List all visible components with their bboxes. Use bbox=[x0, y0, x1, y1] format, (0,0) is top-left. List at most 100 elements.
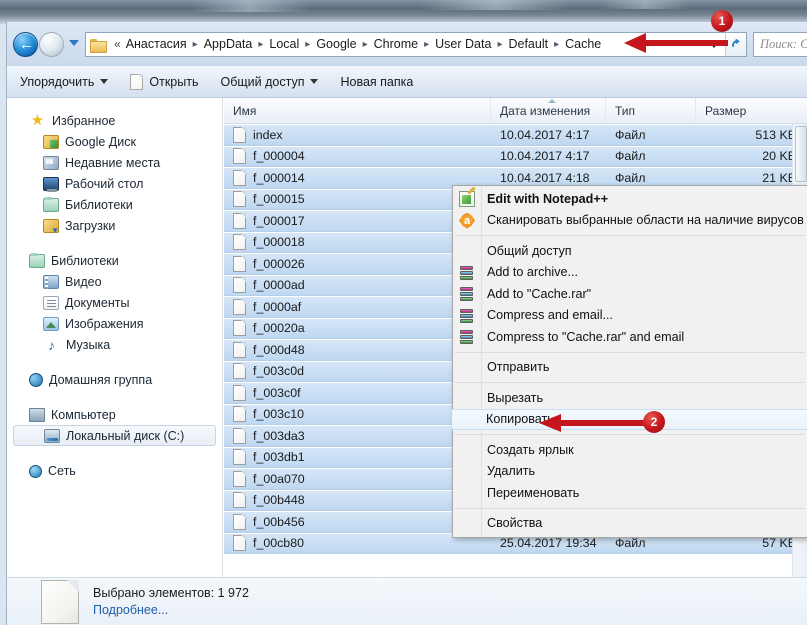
winrar-icon bbox=[459, 265, 475, 281]
sidebar-item-[interactable]: ♪ Музыка bbox=[7, 334, 222, 355]
context-menu-item[interactable]: Вырезать bbox=[453, 387, 807, 409]
breadcrumb-item[interactable]: Анастасия bbox=[124, 33, 189, 56]
breadcrumb-separator-icon[interactable]: ▸ bbox=[301, 33, 314, 56]
disk-icon bbox=[44, 429, 60, 443]
file-icon bbox=[233, 535, 246, 552]
back-button[interactable]: ← bbox=[13, 32, 38, 57]
file-icon bbox=[233, 427, 246, 444]
sidebar-item-[interactable]: Загрузки bbox=[7, 215, 222, 236]
column-header-label: Дата изменения bbox=[500, 103, 591, 118]
file-icon bbox=[233, 384, 246, 401]
sidebar-group-spacer bbox=[7, 236, 222, 250]
back-arrow-icon: ← bbox=[19, 36, 34, 53]
sidebar-item-label: Недавние места bbox=[65, 155, 161, 170]
context-menu-item[interactable]: Add to "Cache.rar" bbox=[453, 283, 807, 305]
sidebar-item-label: Избранное bbox=[52, 113, 116, 128]
toolbar-button[interactable]: Общий доступ bbox=[211, 70, 327, 94]
refresh-button[interactable] bbox=[725, 32, 747, 57]
breadcrumb-item[interactable]: Local bbox=[267, 33, 301, 56]
file-name-label: index bbox=[253, 127, 283, 142]
column-header[interactable]: Имя bbox=[224, 98, 491, 123]
file-name-cell: f_00020a bbox=[224, 320, 491, 337]
search-input[interactable]: Поиск: C bbox=[753, 32, 807, 57]
breadcrumb-overflow-chevron[interactable]: « bbox=[111, 33, 124, 56]
breadcrumb-item[interactable]: AppData bbox=[202, 33, 255, 56]
breadcrumb-separator-icon[interactable]: ▸ bbox=[254, 33, 267, 56]
context-menu-item[interactable]: Общий доступ bbox=[453, 240, 807, 262]
column-header[interactable]: Размер bbox=[696, 98, 806, 123]
video-icon bbox=[43, 275, 59, 289]
sidebar-item-[interactable]: Видео bbox=[7, 271, 222, 292]
breadcrumb-separator-icon[interactable]: ▸ bbox=[189, 33, 202, 56]
table-row[interactable]: index 10.04.2017 4:17 Файл 513 KE bbox=[224, 124, 807, 146]
context-menu-item-label: Edit with Notepad++ bbox=[487, 191, 609, 206]
forward-button[interactable] bbox=[39, 32, 64, 57]
chevron-down-icon bbox=[100, 79, 109, 84]
file-name-label: f_000026 bbox=[253, 256, 305, 271]
table-row[interactable]: f_000004 10.04.2017 4:17 Файл 20 KE bbox=[224, 145, 807, 167]
sidebar-item-[interactable]: Библиотеки bbox=[7, 250, 222, 271]
sidebar-item-label: Google Диск bbox=[65, 134, 136, 149]
homegroup-icon bbox=[29, 373, 43, 387]
context-menu-item[interactable]: Compress to "Cache.rar" and email bbox=[453, 326, 807, 348]
address-bar[interactable]: « Анастасия ▸ AppData ▸ Local ▸ Google ▸ Chrome ▸… bbox=[85, 32, 725, 57]
context-menu-item[interactable]: Сканировать выбранные области на наличие… bbox=[453, 210, 807, 232]
breadcrumb-separator-icon[interactable]: ▸ bbox=[420, 33, 433, 56]
sidebar-item-[interactable]: Библиотеки bbox=[7, 194, 222, 215]
context-menu-item[interactable]: Edit with Notepad++ bbox=[453, 188, 807, 210]
folder-icon bbox=[90, 38, 107, 53]
context-menu-item[interactable]: Копировать bbox=[452, 408, 807, 430]
context-menu-item[interactable]: Свойства bbox=[453, 513, 807, 535]
toolbar-button[interactable]: Новая папка bbox=[331, 70, 422, 94]
sidebar-item-[interactable]: Изображения bbox=[7, 313, 222, 334]
context-menu[interactable]: Edit with Notepad++ Сканировать выбранные… bbox=[452, 185, 807, 538]
menu-separator bbox=[455, 507, 805, 509]
sidebar-item-[interactable]: Рабочий стол bbox=[7, 173, 222, 194]
context-menu-item[interactable]: Compress and email... bbox=[453, 305, 807, 327]
sidebar-item-[interactable]: Недавние места bbox=[7, 152, 222, 173]
breadcrumb-separator-icon[interactable]: ▸ bbox=[493, 33, 506, 56]
documents-icon bbox=[43, 296, 59, 310]
column-header[interactable]: Тип bbox=[606, 98, 696, 123]
sidebar-item-[interactable]: ★ Избранное bbox=[7, 110, 222, 131]
file-name-cell: f_003c10 bbox=[224, 406, 491, 423]
pictures-icon bbox=[43, 317, 59, 331]
libraries-icon bbox=[43, 197, 59, 212]
context-menu-item[interactable]: Создать ярлык bbox=[453, 439, 807, 461]
address-history-dropdown-icon[interactable] bbox=[709, 42, 719, 48]
toolbar-button[interactable]: Упорядочить bbox=[11, 70, 117, 94]
sidebar-group-spacer bbox=[7, 446, 222, 460]
breadcrumb-item[interactable]: Default bbox=[506, 33, 550, 56]
status-bar: Выбрано элементов: 1 972 Подробнее... bbox=[7, 577, 807, 625]
file-name-cell: f_00b448 bbox=[224, 492, 491, 509]
breadcrumb-item[interactable]: User Data bbox=[433, 33, 493, 56]
sidebar-item-[interactable]: Документы bbox=[7, 292, 222, 313]
file-name-cell: f_003db1 bbox=[224, 449, 491, 466]
sidebar-item-label: Библиотеки bbox=[51, 253, 119, 268]
toolbar-button[interactable]: Открыть bbox=[121, 70, 207, 94]
scrollbar-thumb[interactable] bbox=[795, 126, 807, 182]
context-menu-item[interactable]: Add to archive... bbox=[453, 262, 807, 284]
breadcrumb-item[interactable]: Google bbox=[314, 33, 358, 56]
file-icon bbox=[233, 255, 246, 272]
column-header[interactable]: Дата изменения bbox=[491, 98, 606, 123]
sidebar-item-c[interactable]: Локальный диск (C:) bbox=[13, 425, 216, 446]
context-menu-item-label: Переименовать bbox=[487, 485, 580, 500]
context-menu-item[interactable]: Переименовать bbox=[453, 482, 807, 504]
context-menu-item[interactable]: Удалить bbox=[453, 461, 807, 483]
recent-pages-dropdown-icon[interactable] bbox=[69, 40, 79, 46]
file-name-label: f_000018 bbox=[253, 235, 305, 250]
google-drive-icon bbox=[43, 135, 59, 149]
breadcrumb-item[interactable]: Cache bbox=[563, 33, 603, 56]
file-date-cell: 10.04.2017 4:17 bbox=[500, 149, 590, 164]
details-link[interactable]: Подробнее... bbox=[93, 603, 249, 617]
sidebar-item-[interactable]: Домашняя группа bbox=[7, 369, 222, 390]
libraries-icon bbox=[29, 253, 45, 268]
breadcrumb-separator-icon[interactable]: ▸ bbox=[359, 33, 372, 56]
context-menu-item[interactable]: Отправить bbox=[453, 357, 807, 379]
sidebar-item-google[interactable]: Google Диск bbox=[7, 131, 222, 152]
sidebar-item-[interactable]: Сеть bbox=[7, 460, 222, 481]
breadcrumb-item[interactable]: Chrome bbox=[372, 33, 420, 56]
breadcrumb-separator-icon[interactable]: ▸ bbox=[550, 33, 563, 56]
sidebar-item-[interactable]: Компьютер bbox=[7, 404, 222, 425]
